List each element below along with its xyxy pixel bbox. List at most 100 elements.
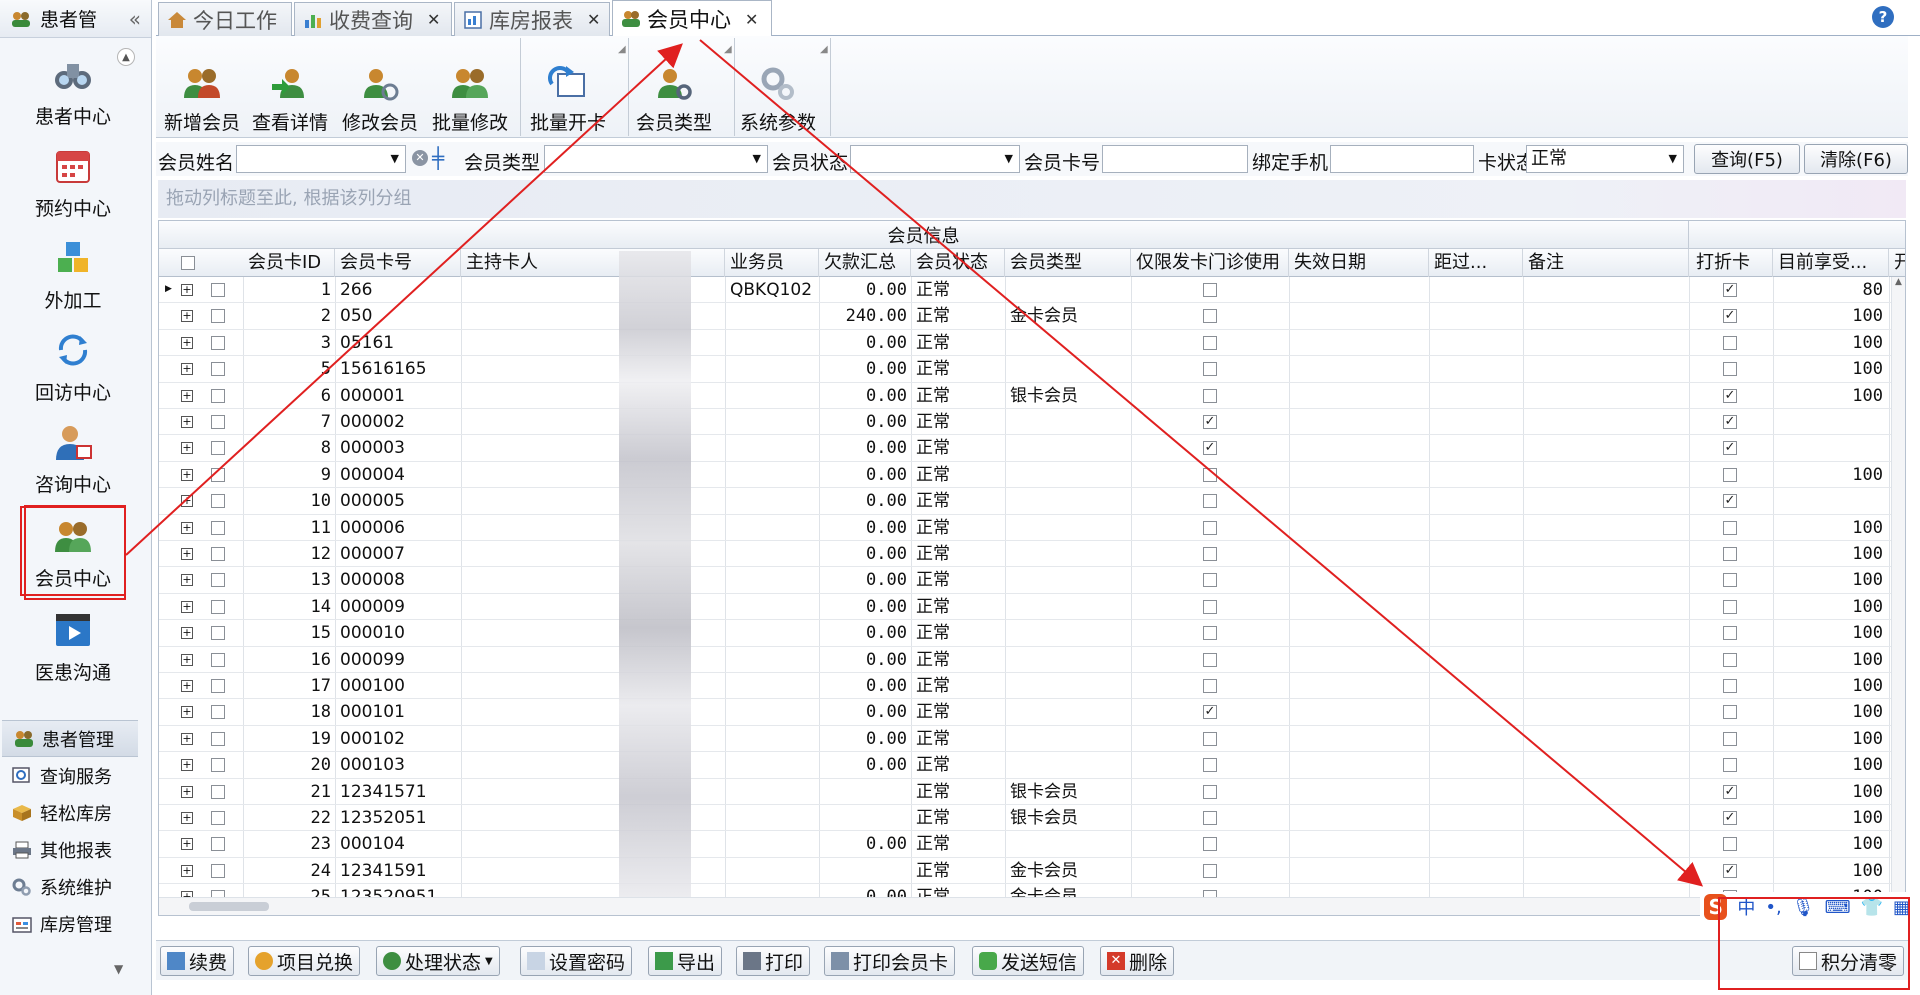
column-header[interactable]: 备注 — [1523, 249, 1689, 277]
vertical-scrollbar[interactable]: ▲ — [1891, 277, 1905, 897]
set-password-button[interactable]: 设置密码 — [520, 946, 633, 976]
cell-local-only-checkbox[interactable] — [1203, 309, 1217, 324]
row-checkbox[interactable] — [211, 599, 225, 614]
row-checkbox[interactable] — [211, 679, 225, 693]
cell-local-only-checkbox[interactable]: ✓ — [1203, 415, 1217, 429]
expand-row-icon[interactable]: + — [181, 336, 193, 349]
member-type-button[interactable]: 会员类型 — [634, 64, 714, 136]
process-status-button[interactable]: 处理状态 ▼ — [376, 946, 500, 976]
row-checkbox[interactable] — [211, 626, 225, 641]
renew-button[interactable]: 续费 — [160, 946, 235, 976]
row-checkbox[interactable] — [211, 520, 225, 535]
cell-discount-card-checkbox[interactable] — [1723, 626, 1737, 641]
table-row[interactable]: +12 000007 0.00 正常 100 — [159, 541, 1905, 568]
expand-row-icon[interactable]: + — [181, 653, 193, 666]
cell-discount-card-checkbox[interactable] — [1723, 652, 1737, 667]
view-details-button[interactable]: 查看详情 — [250, 64, 330, 136]
sidebar-group-easy-storage[interactable]: 轻松库房 — [0, 794, 152, 831]
tab-today-work[interactable]: 今日工作 — [158, 2, 292, 36]
table-row[interactable]: +7 000002 0.00 正常 ✓ ✓ — [159, 409, 1905, 436]
item-exchange-button[interactable]: 项目兑换 — [248, 946, 361, 976]
dropdown-arrow-icon[interactable]: ▼ — [1005, 146, 1013, 172]
clear-icon[interactable]: ✕ — [412, 150, 428, 166]
row-checkbox[interactable] — [211, 415, 225, 429]
table-row[interactable]: +9 000004 0.00 正常 100 — [159, 462, 1905, 489]
cell-discount-card-checkbox[interactable]: ✓ — [1723, 309, 1737, 324]
expand-row-icon[interactable]: + — [181, 495, 193, 508]
cell-discount-card-checkbox[interactable]: ✓ — [1723, 863, 1737, 878]
table-row[interactable]: +17 000100 0.00 正常 100 — [159, 673, 1905, 700]
cell-local-only-checkbox[interactable] — [1203, 731, 1217, 746]
table-row[interactable]: +2 050 240.00 正常 金卡会员 ✓ 100 — [159, 303, 1905, 330]
cell-local-only-checkbox[interactable] — [1203, 573, 1217, 588]
expand-row-icon[interactable]: + — [181, 363, 193, 376]
cell-local-only-checkbox[interactable] — [1203, 362, 1217, 377]
row-checkbox[interactable] — [211, 731, 225, 746]
row-checkbox[interactable] — [211, 811, 225, 825]
group-by-panel[interactable]: 拖动列标题至此, 根据该列分组 — [158, 180, 1906, 218]
row-checkbox[interactable] — [211, 467, 225, 482]
bound-phone-input[interactable] — [1330, 145, 1474, 173]
cell-local-only-checkbox[interactable] — [1203, 283, 1217, 297]
cell-discount-card-checkbox[interactable] — [1723, 335, 1737, 350]
cell-discount-card-checkbox[interactable]: ✓ — [1723, 388, 1737, 403]
expand-row-icon[interactable]: + — [181, 600, 193, 613]
cell-discount-card-checkbox[interactable] — [1723, 547, 1737, 561]
expand-row-icon[interactable]: + — [181, 521, 193, 534]
cell-discount-card-checkbox[interactable] — [1723, 705, 1737, 720]
cell-discount-card-checkbox[interactable] — [1723, 837, 1737, 852]
expand-row-icon[interactable]: + — [181, 759, 193, 772]
tab-member-center[interactable]: 会员中心 ✕ — [612, 0, 772, 37]
close-icon[interactable]: ✕ — [745, 10, 758, 29]
help-icon[interactable]: ? — [1872, 6, 1894, 28]
scroll-thumb[interactable] — [189, 902, 269, 911]
cell-discount-card-checkbox[interactable]: ✓ — [1723, 494, 1737, 509]
cell-local-only-checkbox[interactable] — [1203, 837, 1217, 852]
table-row[interactable]: +24 12341591 正常 金卡会员 ✓ 100 — [159, 858, 1905, 885]
add-member-button[interactable]: 新增会员 — [162, 64, 242, 136]
column-header[interactable]: 业务员 — [725, 249, 819, 277]
expand-row-icon[interactable]: + — [181, 284, 193, 296]
chevron-down-icon[interactable]: ▼ — [114, 962, 123, 976]
query-button[interactable]: 查询(F5) — [1694, 144, 1800, 174]
row-checkbox[interactable] — [211, 335, 225, 350]
column-header[interactable]: 目前享受... — [1773, 249, 1889, 277]
member-status-select[interactable]: ▼ — [850, 145, 1020, 173]
system-params-button[interactable]: 系统参数 — [738, 64, 818, 136]
cell-local-only-checkbox[interactable] — [1203, 863, 1217, 878]
expand-row-icon[interactable]: + — [181, 574, 193, 587]
ribbon-expand-icon[interactable]: ◢ — [820, 44, 828, 55]
nav-doctor-patient-comm[interactable]: 医患沟通 — [20, 602, 126, 692]
table-row[interactable]: +21 12341571 正常 银卡会员 ✓ 100 — [159, 779, 1905, 805]
table-row[interactable]: +3 05161 0.00 正常 100 — [159, 330, 1905, 357]
table-row[interactable]: +20 000103 0.00 正常 100 — [159, 752, 1905, 779]
column-header[interactable]: 会员卡ID — [243, 249, 335, 277]
table-row[interactable]: +16 000099 0.00 正常 100 — [159, 647, 1905, 673]
delete-button[interactable]: ✕ 删除 — [1100, 946, 1175, 976]
table-row[interactable]: +22 12352051 正常 银卡会员 ✓ 100 — [159, 805, 1905, 832]
sidebar-group-other-reports[interactable]: 其他报表 — [0, 831, 152, 868]
split-icon[interactable]: ╪ — [432, 146, 444, 170]
member-card-no-input[interactable] — [1102, 145, 1248, 173]
nav-followup-center[interactable]: 回访中心 — [20, 322, 126, 412]
cell-discount-card-checkbox[interactable] — [1723, 573, 1737, 588]
cell-discount-card-checkbox[interactable] — [1723, 758, 1737, 773]
cell-local-only-checkbox[interactable] — [1203, 467, 1217, 482]
column-header[interactable]: 开 — [1889, 249, 1905, 277]
cell-discount-card-checkbox[interactable]: ✓ — [1723, 283, 1737, 297]
horizontal-scrollbar[interactable] — [159, 897, 1905, 915]
tab-charge-query[interactable]: 收费查询 ✕ — [294, 2, 452, 36]
cell-local-only-checkbox[interactable] — [1203, 520, 1217, 535]
edit-member-button[interactable]: 修改会员 — [340, 64, 420, 136]
table-row[interactable]: +6 000001 0.00 正常 银卡会员 ✓ 100 — [159, 383, 1905, 409]
nav-booking-center[interactable]: 预约中心 — [20, 138, 126, 228]
member-type-select[interactable]: ▼ — [544, 145, 768, 173]
tab-storage-report[interactable]: 库房报表 ✕ — [454, 2, 610, 36]
cell-discount-card-checkbox[interactable] — [1723, 467, 1737, 482]
cell-local-only-checkbox[interactable] — [1203, 811, 1217, 825]
dropdown-arrow-icon[interactable]: ▼ — [1669, 146, 1677, 172]
expand-row-icon[interactable]: + — [181, 812, 193, 824]
cell-local-only-checkbox[interactable] — [1203, 335, 1217, 350]
cell-discount-card-checkbox[interactable]: ✓ — [1723, 784, 1737, 799]
nav-consult-center[interactable]: 咨询中心 — [20, 414, 126, 504]
